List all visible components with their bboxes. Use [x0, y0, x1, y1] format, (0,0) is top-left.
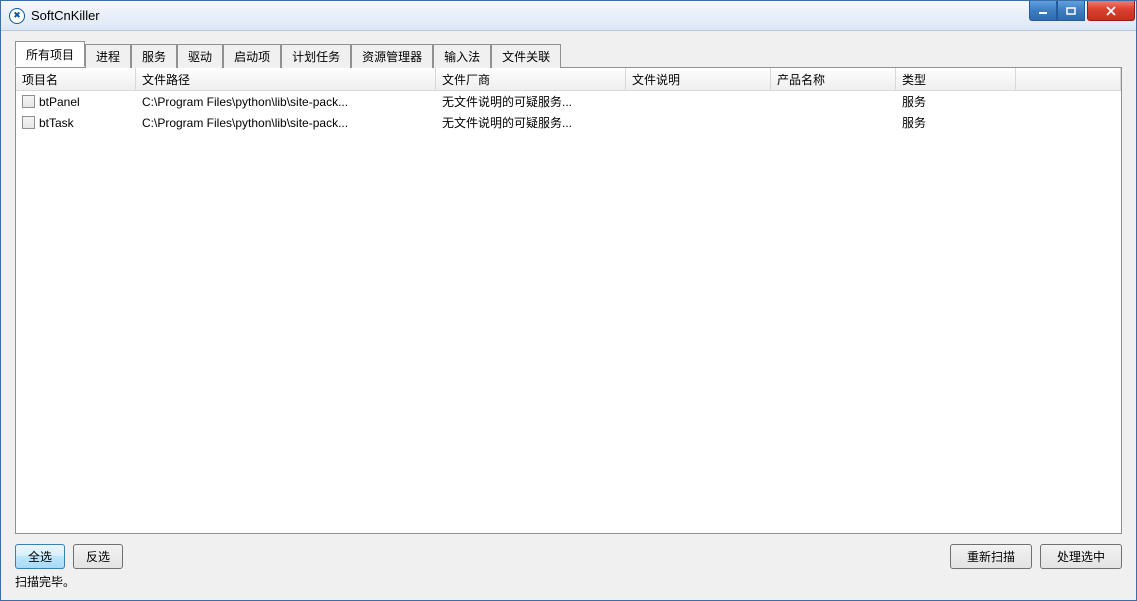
cell-path: C:\Program Files\python\lib\site-pack...: [136, 93, 436, 111]
tab-label: 计划任务: [292, 50, 340, 64]
window-controls: [1029, 1, 1136, 21]
tab-label: 进程: [96, 50, 120, 64]
column-header-spare[interactable]: [1016, 68, 1121, 90]
tab-startup[interactable]: 启动项: [223, 44, 281, 68]
column-header-name[interactable]: 项目名: [16, 68, 136, 90]
tab-label: 服务: [142, 50, 166, 64]
listview[interactable]: 项目名 文件路径 文件厂商 文件说明 产品名称 类型 btPanel C:\Pr…: [16, 68, 1121, 533]
tab-ime[interactable]: 输入法: [433, 44, 491, 68]
column-header-prod[interactable]: 产品名称: [771, 68, 896, 90]
cell-name: btPanel: [16, 93, 136, 111]
tab-label: 资源管理器: [362, 50, 422, 64]
tab-label: 文件关联: [502, 50, 550, 64]
row-checkbox[interactable]: [22, 95, 35, 108]
cell-vendor: 无文件说明的可疑服务...: [436, 91, 626, 112]
process-selected-button[interactable]: 处理选中: [1040, 544, 1122, 569]
tab-drivers[interactable]: 驱动: [177, 44, 223, 68]
maximize-button[interactable]: [1057, 1, 1085, 21]
tab-label: 启动项: [234, 50, 270, 64]
cell-desc: [626, 100, 771, 104]
table-row[interactable]: btTask C:\Program Files\python\lib\site-…: [16, 112, 1121, 133]
status-text: 扫描完毕。: [15, 573, 1122, 590]
cell-type: 服务: [896, 91, 1016, 112]
cell-spare: [1016, 121, 1121, 125]
column-header-vendor[interactable]: 文件厂商: [436, 68, 626, 90]
rescan-button[interactable]: 重新扫描: [950, 544, 1032, 569]
column-header-type[interactable]: 类型: [896, 68, 1016, 90]
cell-path: C:\Program Files\python\lib\site-pack...: [136, 114, 436, 132]
tab-explorer[interactable]: 资源管理器: [351, 44, 433, 68]
row-name-text: btTask: [39, 116, 74, 130]
maximize-icon: [1066, 7, 1076, 15]
client-area: 所有项目 进程 服务 驱动 启动项 计划任务 资源管理器 输入法 文件关联 项目…: [1, 31, 1136, 600]
tab-services[interactable]: 服务: [131, 44, 177, 68]
tabstrip: 所有项目 进程 服务 驱动 启动项 计划任务 资源管理器 输入法 文件关联: [15, 45, 1122, 67]
tab-processes[interactable]: 进程: [85, 44, 131, 68]
column-header-desc[interactable]: 文件说明: [626, 68, 771, 90]
titlebar[interactable]: SoftCnKiller: [1, 1, 1136, 31]
tab-file-assoc[interactable]: 文件关联: [491, 44, 561, 68]
listview-body: btPanel C:\Program Files\python\lib\site…: [16, 91, 1121, 133]
window-title: SoftCnKiller: [31, 8, 100, 23]
cell-name: btTask: [16, 114, 136, 132]
close-button[interactable]: [1087, 1, 1135, 21]
bottom-toolbar: 全选 反选 重新扫描 处理选中: [15, 544, 1122, 569]
invert-selection-button[interactable]: 反选: [73, 544, 123, 569]
row-checkbox[interactable]: [22, 116, 35, 129]
cell-desc: [626, 121, 771, 125]
tab-scheduled-tasks[interactable]: 计划任务: [281, 44, 351, 68]
column-header-path[interactable]: 文件路径: [136, 68, 436, 90]
tab-all-items[interactable]: 所有项目: [15, 41, 85, 67]
cell-prod: [771, 100, 896, 104]
cell-spare: [1016, 100, 1121, 104]
tab-label: 所有项目: [26, 48, 74, 62]
cell-prod: [771, 121, 896, 125]
tab-panel: 项目名 文件路径 文件厂商 文件说明 产品名称 类型 btPanel C:\Pr…: [15, 67, 1122, 534]
cell-type: 服务: [896, 112, 1016, 133]
minimize-button[interactable]: [1029, 1, 1057, 21]
app-icon: [9, 8, 25, 24]
cell-vendor: 无文件说明的可疑服务...: [436, 112, 626, 133]
app-window: SoftCnKiller 所有项目 进程 服务 驱动 启动项 计划任务: [0, 0, 1137, 601]
close-icon: [1105, 6, 1117, 16]
listview-header: 项目名 文件路径 文件厂商 文件说明 产品名称 类型: [16, 68, 1121, 91]
minimize-icon: [1038, 7, 1048, 15]
tab-label: 驱动: [188, 50, 212, 64]
table-row[interactable]: btPanel C:\Program Files\python\lib\site…: [16, 91, 1121, 112]
row-name-text: btPanel: [39, 95, 80, 109]
tab-label: 输入法: [444, 50, 480, 64]
select-all-button[interactable]: 全选: [15, 544, 65, 569]
